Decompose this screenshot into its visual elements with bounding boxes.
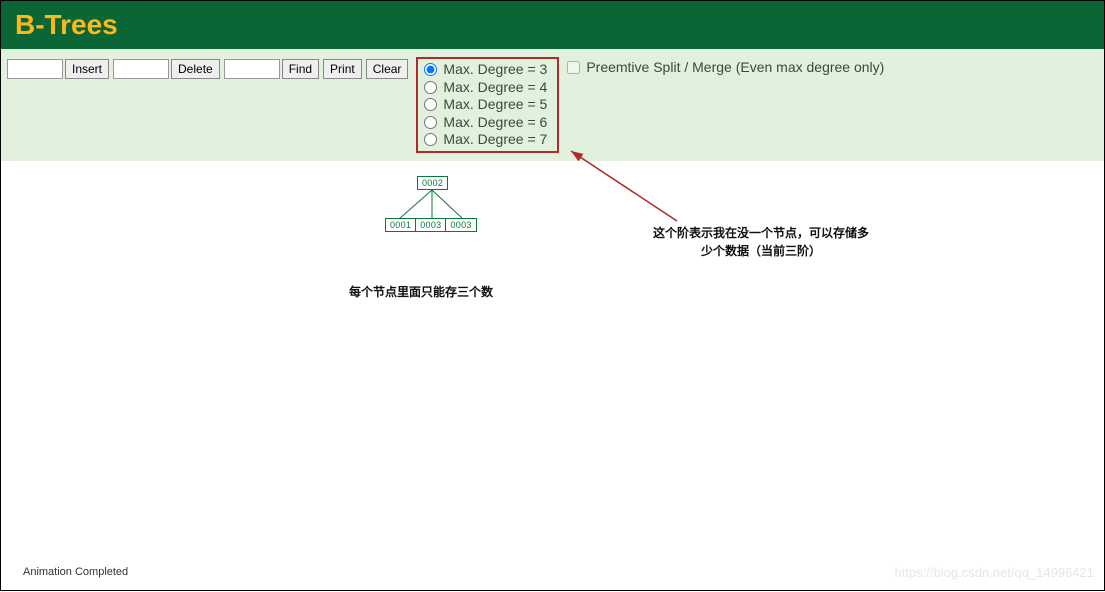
status-text: Animation Completed	[23, 566, 128, 578]
print-group: Print	[323, 59, 362, 79]
controls-bar: Insert Delete Find Print Clear Max. Degr…	[1, 49, 1104, 161]
degree-option-6[interactable]: Max. Degree = 6	[424, 114, 547, 132]
tree-root-node: 0002	[417, 176, 448, 190]
page-title: B-Trees	[15, 9, 118, 41]
app-header: B-Trees	[1, 1, 1104, 49]
delete-button[interactable]: Delete	[171, 59, 220, 79]
degree-radio-3[interactable]	[424, 63, 437, 76]
tree-key: 0002	[418, 177, 447, 189]
degree-label: Max. Degree = 3	[443, 61, 547, 79]
preemtive-checkbox[interactable]	[567, 61, 580, 74]
degree-radio-6[interactable]	[424, 116, 437, 129]
preemtive-label: Preemtive Split / Merge (Even max degree…	[586, 59, 884, 75]
max-degree-box: Max. Degree = 3 Max. Degree = 4 Max. Deg…	[416, 57, 559, 153]
annotation-degree-note: 这个阶表示我在没一个节点，可以存储多 少个数据（当前三阶）	[641, 224, 881, 260]
delete-group: Delete	[113, 59, 220, 79]
degree-radio-7[interactable]	[424, 133, 437, 146]
delete-input[interactable]	[113, 59, 169, 79]
clear-group: Clear	[366, 59, 409, 79]
find-group: Find	[224, 59, 319, 79]
find-button[interactable]: Find	[282, 59, 319, 79]
clear-button[interactable]: Clear	[366, 59, 409, 79]
degree-radio-4[interactable]	[424, 81, 437, 94]
find-input[interactable]	[224, 59, 280, 79]
annotation-leaf-note: 每个节点里面只能存三个数	[349, 283, 493, 300]
degree-option-5[interactable]: Max. Degree = 5	[424, 96, 547, 114]
degree-label: Max. Degree = 6	[443, 114, 547, 132]
degree-label: Max. Degree = 4	[443, 79, 547, 97]
degree-option-7[interactable]: Max. Degree = 7	[424, 131, 547, 149]
tree-key: 0003	[415, 219, 445, 231]
degree-label: Max. Degree = 5	[443, 96, 547, 114]
degree-option-3[interactable]: Max. Degree = 3	[424, 61, 547, 79]
preemtive-option[interactable]: Preemtive Split / Merge (Even max degree…	[567, 59, 884, 75]
tree-key: 0003	[445, 219, 475, 231]
print-button[interactable]: Print	[323, 59, 362, 79]
annotation-line2: 少个数据（当前三阶）	[701, 244, 821, 258]
insert-input[interactable]	[7, 59, 63, 79]
degree-option-4[interactable]: Max. Degree = 4	[424, 79, 547, 97]
degree-label: Max. Degree = 7	[443, 131, 547, 149]
insert-group: Insert	[7, 59, 109, 79]
tree-key: 0001	[386, 219, 415, 231]
degree-radio-5[interactable]	[424, 98, 437, 111]
insert-button[interactable]: Insert	[65, 59, 109, 79]
annotation-line1: 这个阶表示我在没一个节点，可以存储多	[653, 226, 869, 240]
tree-leaf-node: 0001 0003 0003	[385, 218, 477, 232]
watermark: https://blog.csdn.net/qq_14996421	[895, 565, 1095, 580]
